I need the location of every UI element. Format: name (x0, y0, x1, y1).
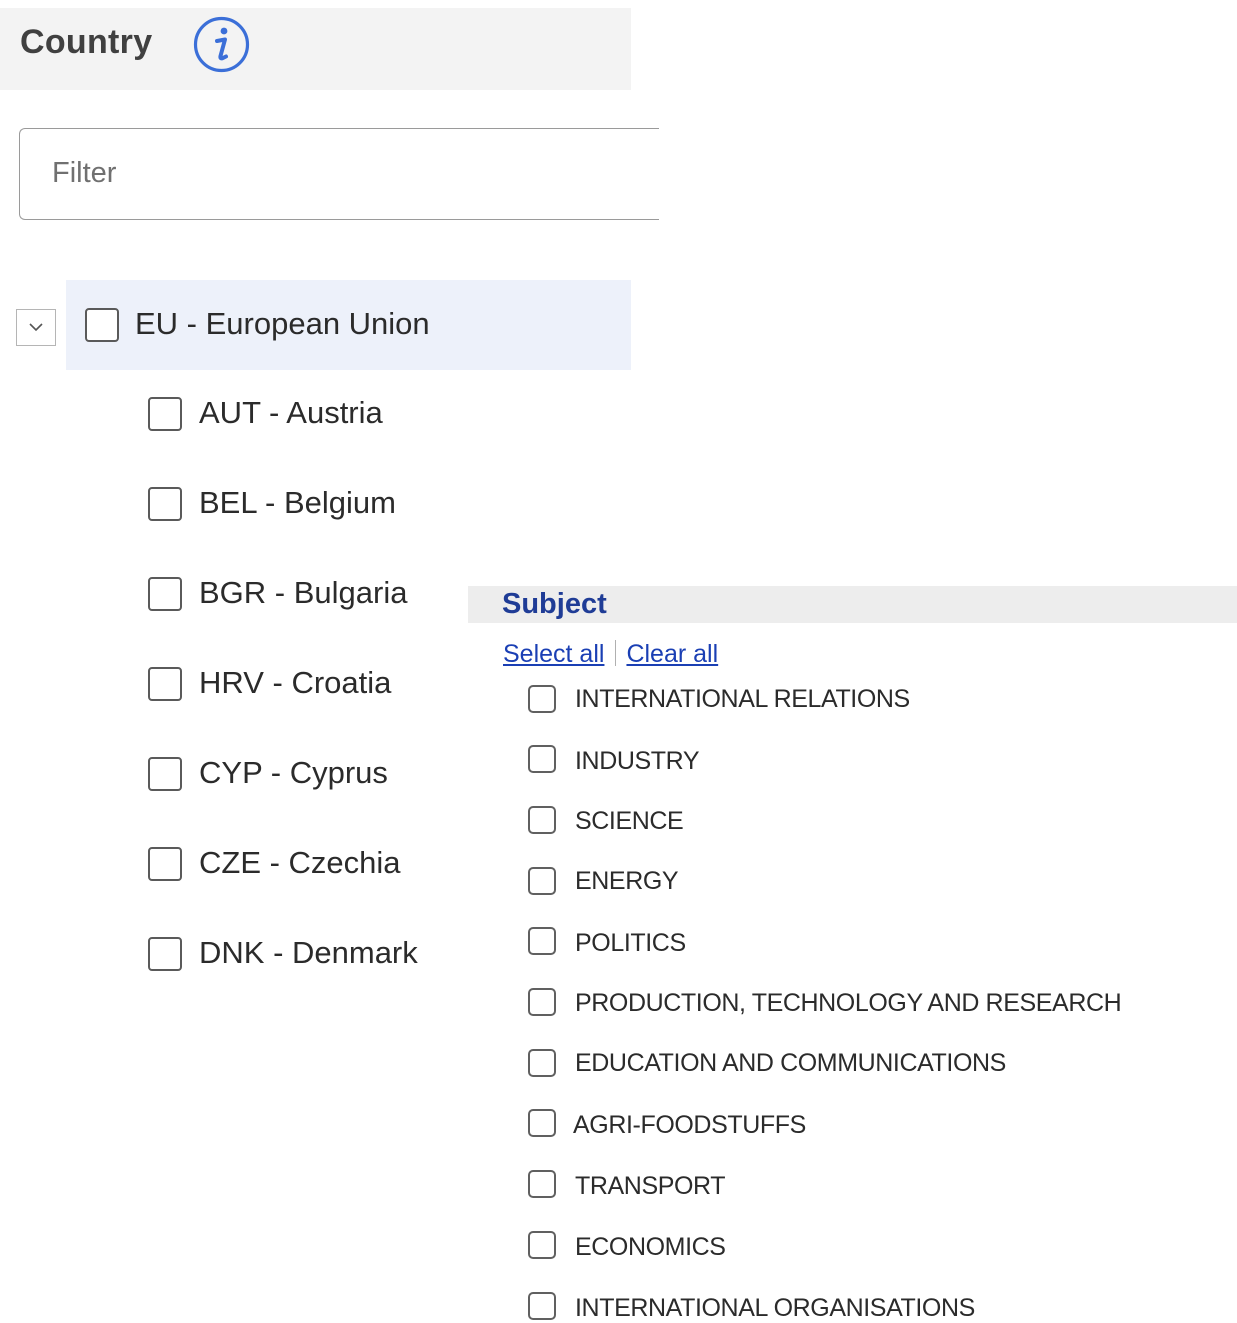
subject-panel-header: Subject (468, 586, 1237, 623)
expand-toggle-button[interactable] (16, 309, 56, 346)
checkbox-international-relations[interactable] (528, 685, 556, 713)
tree-node-label: EU - European Union (135, 306, 430, 341)
tree-child-label: AUT - Austria (199, 395, 383, 430)
subject-item-label: AGRI-FOODSTUFFS (573, 1111, 806, 1139)
tree-child-label: CZE - Czechia (199, 845, 401, 880)
checkbox-hrv[interactable] (148, 667, 182, 701)
subject-item-label: PRODUCTION, TECHNOLOGY AND RESEARCH (575, 989, 1122, 1017)
checkbox-energy[interactable] (528, 867, 556, 895)
subject-item-label: ENERGY (575, 867, 679, 895)
checkbox-bel[interactable] (148, 487, 182, 521)
tree-child-label: HRV - Croatia (199, 665, 392, 700)
country-panel-header: Country (0, 8, 631, 90)
filter-field[interactable] (19, 128, 659, 220)
checkbox-dnk[interactable] (148, 937, 182, 971)
info-circle-icon[interactable] (193, 16, 250, 73)
tree-child-label: DNK - Denmark (199, 935, 418, 970)
checkbox-education-communications[interactable] (528, 1049, 556, 1077)
subject-item-label: INTERNATIONAL RELATIONS (575, 685, 910, 713)
checkbox-science[interactable] (528, 806, 556, 834)
subject-item-label: EDUCATION AND COMMUNICATIONS (575, 1049, 1006, 1077)
checkbox-economics[interactable] (528, 1231, 556, 1259)
tree-node-eu[interactable]: EU - European Union (66, 280, 631, 370)
subject-item-label: SCIENCE (575, 807, 684, 835)
chevron-down-icon (29, 323, 43, 332)
checkbox-politics[interactable] (528, 927, 556, 955)
tree-child-label: CYP - Cyprus (199, 755, 388, 790)
subject-title: Subject (502, 588, 607, 620)
checkbox-eu[interactable] (85, 308, 119, 342)
checkbox-transport[interactable] (528, 1170, 556, 1198)
selection-links: Select all Clear all (503, 638, 718, 670)
checkbox-aut[interactable] (148, 397, 182, 431)
tree-child-row[interactable]: DNK - Denmark (0, 910, 631, 1000)
tree-child-row[interactable]: BEL - Belgium (0, 460, 631, 550)
tree-child-label: BGR - Bulgaria (199, 575, 408, 610)
checkbox-bgr[interactable] (148, 577, 182, 611)
tree-child-row[interactable]: AUT - Austria (0, 370, 631, 460)
subject-item-label: ECONOMICS (575, 1233, 726, 1261)
checkbox-agri-foodstuffs[interactable] (528, 1109, 556, 1137)
subject-item-label: POLITICS (575, 929, 686, 957)
checkbox-industry[interactable] (528, 745, 556, 773)
subject-item-label: TRANSPORT (575, 1172, 726, 1200)
filter-input[interactable] (52, 129, 632, 218)
subject-item-label: INDUSTRY (575, 747, 700, 775)
country-title: Country (20, 23, 153, 61)
checkbox-international-organisations[interactable] (528, 1292, 556, 1320)
checkbox-cze[interactable] (148, 847, 182, 881)
clear-all-link[interactable]: Clear all (626, 640, 718, 668)
link-divider (615, 640, 617, 666)
select-all-link[interactable]: Select all (503, 640, 604, 668)
tree-child-label: BEL - Belgium (199, 485, 396, 520)
checkbox-production-technology-research[interactable] (528, 988, 556, 1016)
checkbox-cyp[interactable] (148, 757, 182, 791)
